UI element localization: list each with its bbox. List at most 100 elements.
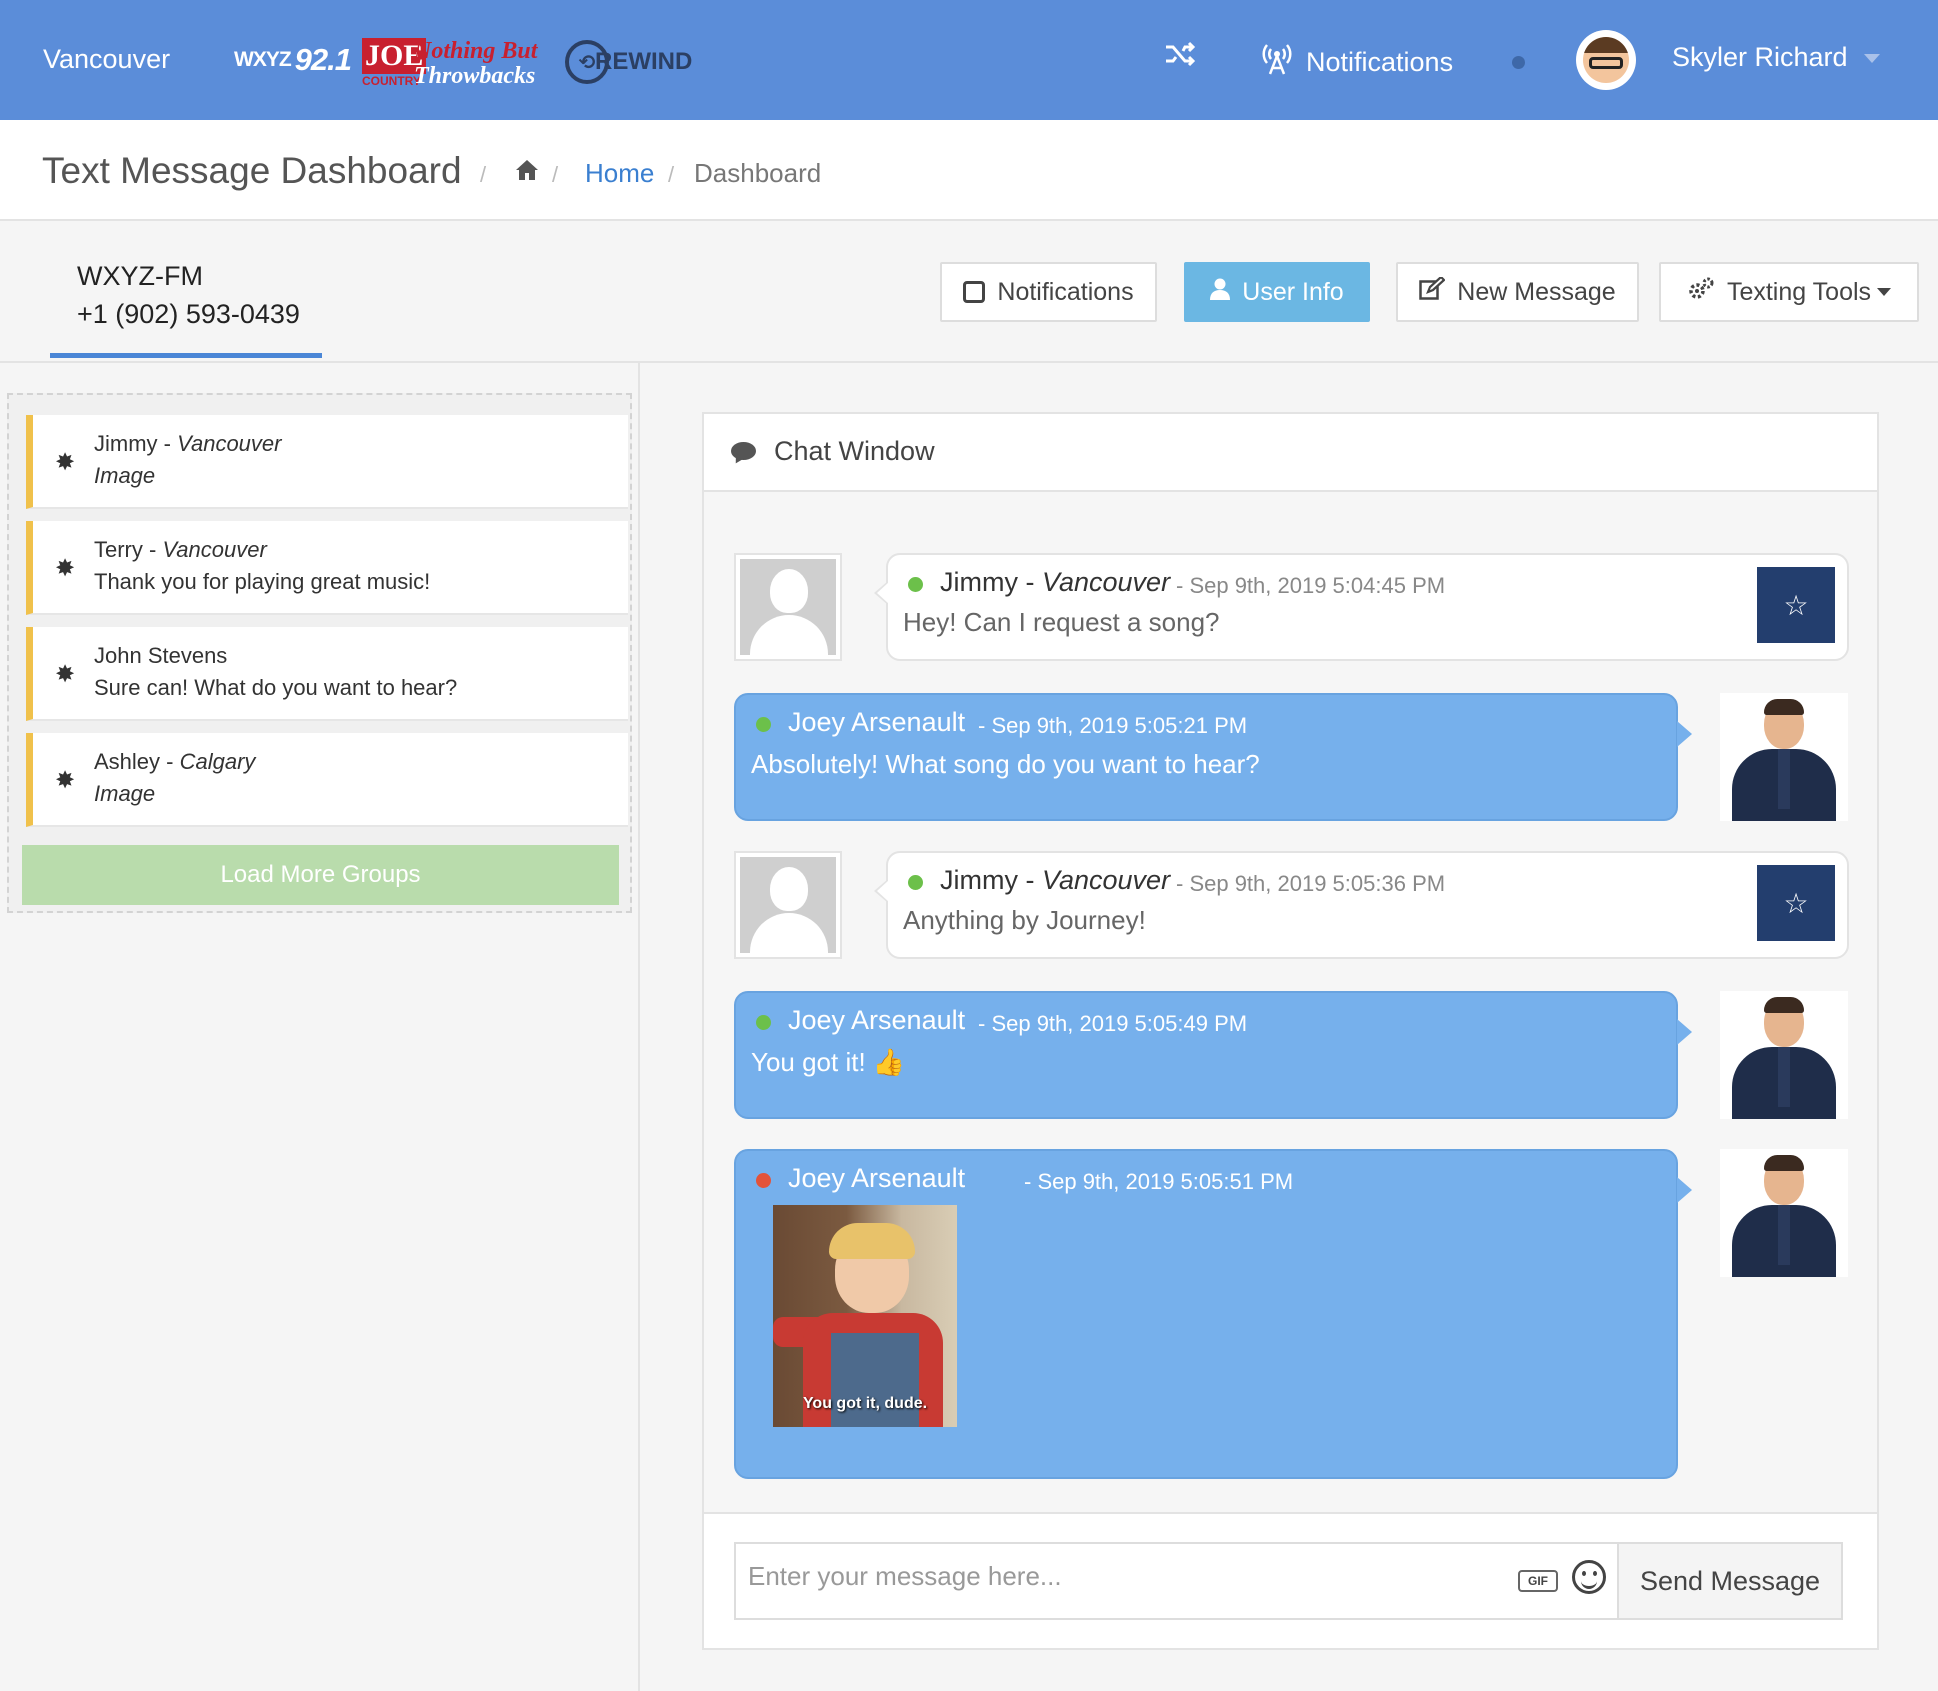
agent-avatar: [1720, 991, 1848, 1119]
message-input[interactable]: [736, 1544, 1496, 1616]
send-message-button[interactable]: Send Message: [1617, 1542, 1843, 1620]
burst-icon: ✸: [55, 661, 76, 688]
top-navbar: Vancouver WXYZ 92.1 JOE COUNTRY Nothing …: [0, 0, 1938, 120]
sender-location: Vancouver: [1041, 865, 1171, 895]
gears-icon: [1687, 276, 1715, 309]
compose-bar: GIF Send Message: [704, 1512, 1877, 1648]
page-header: Text Message Dashboard / / Home / Dashbo…: [0, 120, 1938, 221]
group-item[interactable]: ✸ Jimmy - Vancouver Image: [26, 415, 628, 509]
agent-avatar: [1720, 1149, 1848, 1277]
chat-window: Chat Window Jimmy - Vancouver - Sep 9th,…: [702, 412, 1879, 1650]
chat-header: Chat Window: [704, 414, 1877, 492]
star-icon[interactable]: ☆: [1757, 567, 1835, 643]
group-item[interactable]: ✸ Terry - Vancouver Thank you for playin…: [26, 521, 628, 615]
agent-avatar: [1720, 693, 1848, 821]
rewind-logo[interactable]: ⟲ REWIND: [565, 40, 692, 84]
city-selector[interactable]: Vancouver: [43, 44, 170, 75]
outgoing-message: Joey Arsenault - Sep 9th, 2019 5:05:49 P…: [734, 991, 1692, 1119]
station-tab[interactable]: WXYZ-FM +1 (902) 593-0439: [77, 257, 300, 333]
message-time: - Sep 9th, 2019 5:05:36 PM: [1176, 871, 1446, 896]
new-message-label: New Message: [1457, 277, 1616, 306]
burst-icon: ✸: [55, 555, 76, 582]
online-status-dot: [756, 717, 771, 732]
new-message-button[interactable]: New Message: [1396, 262, 1639, 322]
group-name: Terry: [94, 537, 143, 562]
message-input-wrapper: GIF: [734, 1542, 1622, 1620]
group-name: Ashley: [94, 749, 161, 774]
outgoing-message: Joey Arsenault - Sep 9th, 2019 5:05:51 P…: [734, 1149, 1692, 1479]
group-name: Jimmy: [94, 431, 158, 456]
group-location: Calgary: [179, 749, 256, 774]
group-item[interactable]: ✸ Ashley - Calgary Image: [26, 733, 628, 827]
breadcrumb-current: Dashboard: [694, 158, 822, 188]
online-status-dot: [908, 875, 923, 890]
station-phone: +1 (902) 593-0439: [77, 299, 300, 329]
user-avatar[interactable]: [1576, 30, 1636, 90]
online-status-dot: [908, 577, 923, 592]
joe-country-logo[interactable]: JOE COUNTRY Nothing But Throwbacks: [362, 38, 537, 90]
comment-icon: [731, 442, 756, 460]
chevron-down-icon[interactable]: [1864, 54, 1880, 63]
sender-name: Joey Arsenault: [788, 707, 966, 737]
station-toolbar: WXYZ-FM +1 (902) 593-0439 Notifications …: [0, 221, 1938, 363]
user-info-button[interactable]: User Info: [1184, 262, 1370, 322]
checkbox-icon: [963, 281, 986, 303]
rewind-logo-name: REWIND: [595, 48, 693, 75]
online-status-dot: [756, 1015, 771, 1030]
gif-caption: You got it, dude.: [802, 1395, 928, 1412]
group-preview: Image: [94, 781, 156, 806]
wxyz-logo[interactable]: WXYZ 92.1: [234, 42, 352, 78]
breadcrumb-home[interactable]: Home: [585, 158, 654, 189]
wxyz-logo-freq: 92.1: [294, 42, 352, 77]
gif-icon[interactable]: GIF: [1518, 1570, 1558, 1592]
contact-avatar: [734, 851, 842, 959]
emoji-icon[interactable]: [1572, 1560, 1606, 1594]
group-item[interactable]: ✸ John Stevens Sure can! What do you wan…: [26, 627, 628, 721]
chat-title: Chat Window: [774, 436, 935, 466]
message-time: - Sep 9th, 2019 5:05:49 PM: [978, 1011, 1248, 1036]
star-icon[interactable]: ☆: [1757, 865, 1835, 941]
groups-list: ✸ Jimmy - Vancouver Image ✸ Terry - Vanc…: [7, 393, 632, 913]
group-location: Vancouver: [162, 537, 267, 562]
sender-location: Vancouver: [1041, 567, 1171, 597]
incoming-message: Jimmy - Vancouver - Sep 9th, 2019 5:04:4…: [874, 553, 1849, 661]
joe-logo-line2: Throwbacks: [414, 63, 536, 89]
caret-down-icon: [1877, 288, 1892, 296]
texting-tools-dropdown[interactable]: Texting Tools: [1659, 262, 1919, 322]
groups-sidebar: ✸ Jimmy - Vancouver Image ✸ Terry - Vanc…: [0, 363, 640, 1691]
message-text: Anything by Journey!: [903, 905, 1146, 935]
load-more-groups-button[interactable]: Load More Groups: [22, 845, 619, 905]
joe-logo-sub: COUNTRY: [362, 74, 421, 88]
user-name[interactable]: Skyler Richard: [1672, 42, 1848, 73]
message-time: - Sep 9th, 2019 5:04:45 PM: [1176, 573, 1446, 598]
message-text: Absolutely! What song do you want to hea…: [751, 749, 1260, 779]
group-preview: Image: [94, 463, 156, 488]
shuffle-icon[interactable]: [1164, 40, 1196, 76]
breadcrumb-separator: /: [480, 162, 487, 187]
group-preview: Thank you for playing great music!: [94, 569, 431, 594]
texting-tools-label: Texting Tools: [1726, 277, 1872, 306]
home-icon[interactable]: [515, 158, 539, 182]
active-tab-indicator: [50, 353, 322, 358]
message-text: You got it! 👍: [751, 1047, 906, 1077]
notifications-link[interactable]: Notifications: [1258, 42, 1453, 83]
outgoing-message: Joey Arsenault - Sep 9th, 2019 5:05:21 P…: [734, 693, 1692, 821]
sender-name: Joey Arsenault: [788, 1005, 966, 1035]
offline-status-dot: [756, 1173, 771, 1188]
burst-icon: ✸: [55, 767, 76, 794]
breadcrumb-separator: /: [552, 162, 559, 187]
broadcast-icon: [1258, 42, 1296, 83]
group-preview: Sure can! What do you want to hear?: [94, 675, 458, 700]
wxyz-logo-prefix: WXYZ: [234, 48, 292, 71]
gif-image[interactable]: You got it, dude.: [773, 1205, 957, 1427]
group-name: John Stevens: [94, 643, 228, 668]
notifications-toggle-button[interactable]: Notifications: [940, 262, 1157, 322]
sender-name: Jimmy: [940, 865, 1018, 895]
burst-icon: ✸: [55, 449, 76, 476]
group-location: Vancouver: [177, 431, 282, 456]
station-name: WXYZ-FM: [77, 261, 203, 291]
joe-logo-line1: Nothing But: [414, 38, 538, 64]
incoming-message: Jimmy - Vancouver - Sep 9th, 2019 5:05:3…: [874, 851, 1849, 959]
sender-name: Joey Arsenault: [788, 1163, 966, 1193]
message-time: - Sep 9th, 2019 5:05:21 PM: [978, 713, 1248, 738]
